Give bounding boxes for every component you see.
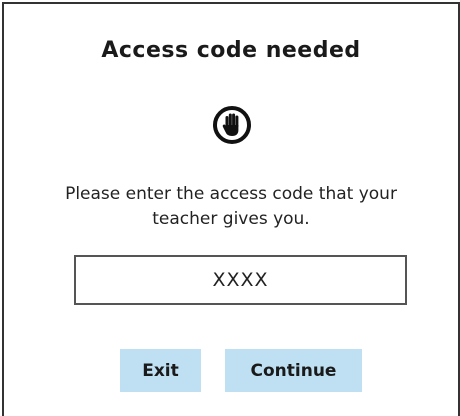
instructions-line-2: teacher gives you. (152, 209, 310, 229)
instructions-text: Please enter the access code that your t… (14, 182, 448, 232)
access-code-dialog: Access code needed Please enter the acce… (2, 2, 460, 416)
exit-button[interactable]: Exit (120, 349, 201, 392)
instructions-line-1: Please enter the access code that your (65, 184, 397, 204)
dialog-title: Access code needed (101, 38, 361, 63)
access-code-input[interactable] (74, 255, 407, 305)
continue-button[interactable]: Continue (225, 349, 362, 392)
stop-hand-icon (212, 105, 252, 145)
